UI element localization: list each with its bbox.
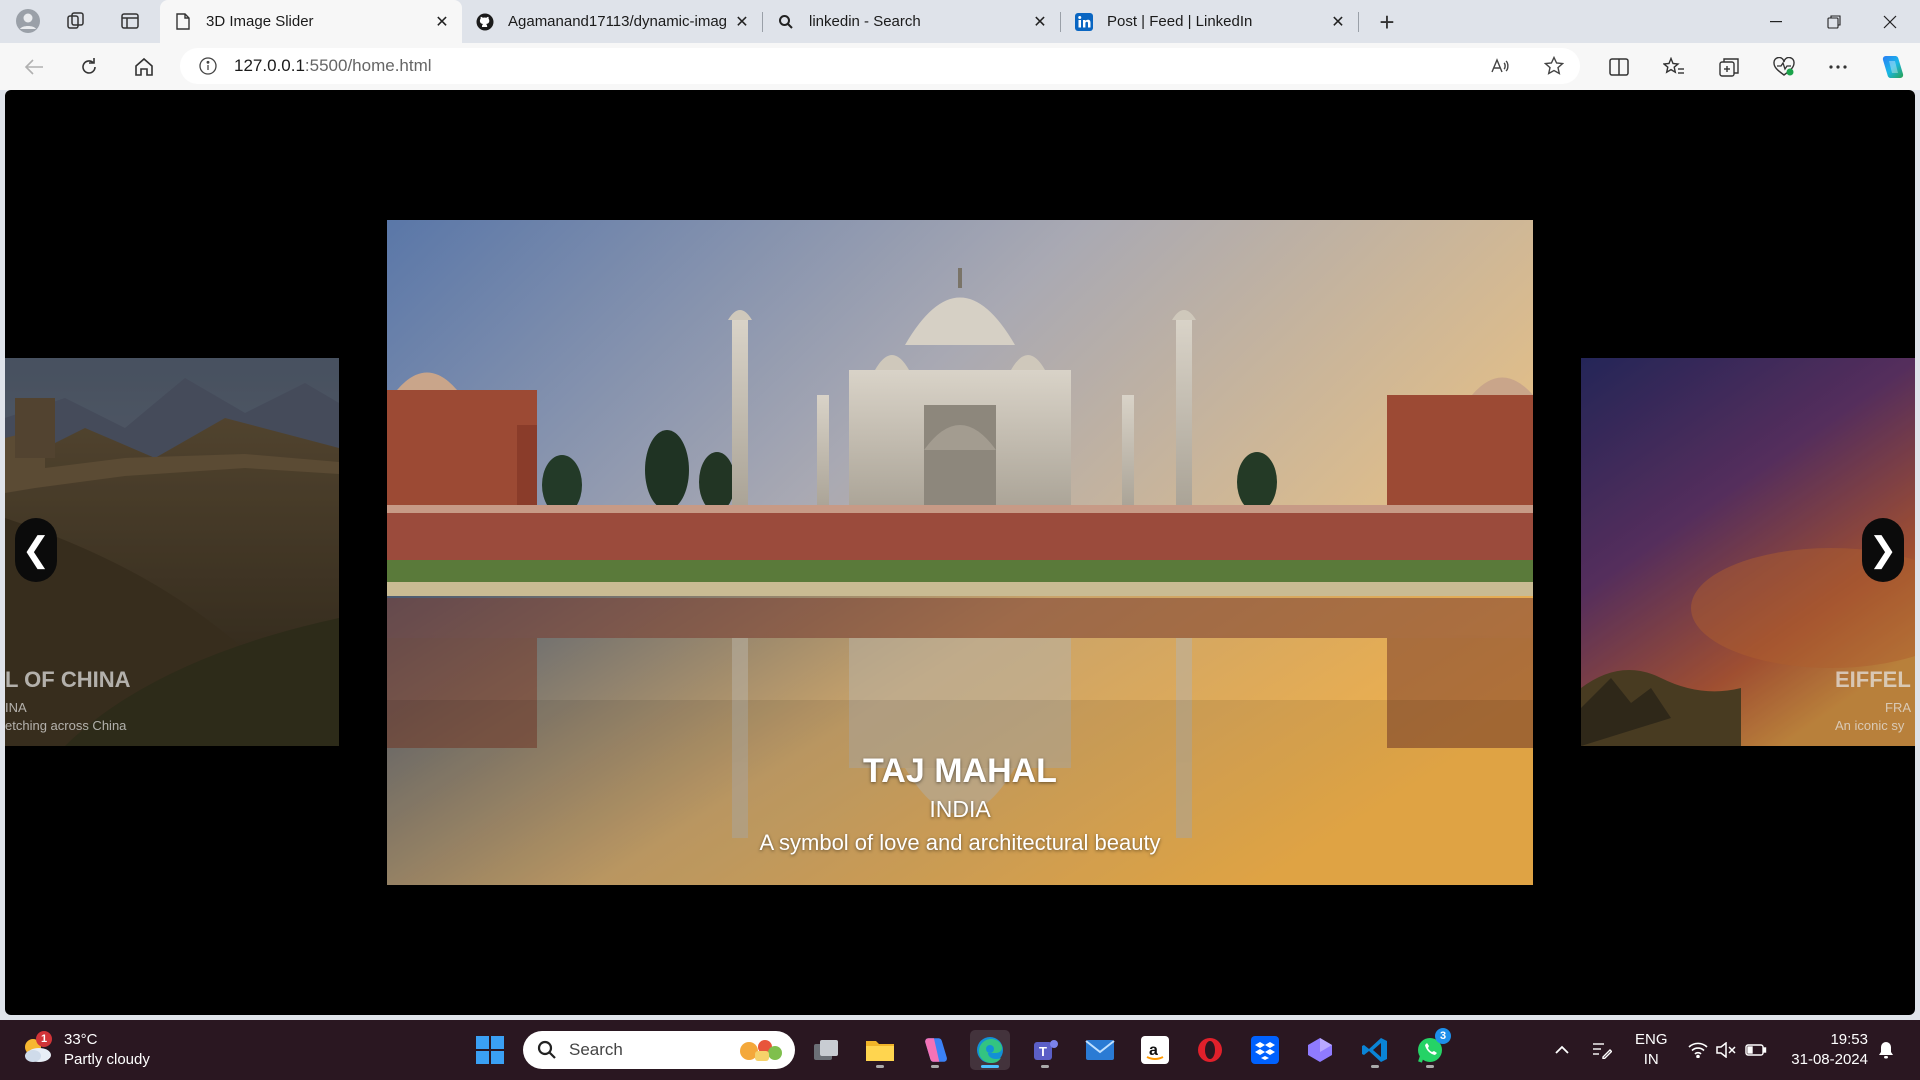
pen-menu-icon[interactable] [1590, 1020, 1614, 1080]
volume-muted-icon[interactable] [1714, 1020, 1738, 1080]
mail-icon[interactable] [1080, 1030, 1120, 1070]
address-bar[interactable]: 127.0.0.1:5500/home.html [180, 48, 1580, 84]
new-tab-button[interactable]: + [1372, 7, 1402, 37]
linkedin-icon [1075, 12, 1093, 31]
amazon-icon[interactable]: a [1135, 1030, 1175, 1070]
svg-text:a: a [1149, 1042, 1158, 1059]
clock-time: 19:53 [1830, 1031, 1868, 1048]
profile-icon[interactable] [12, 6, 44, 36]
copilot-icon[interactable] [1876, 51, 1908, 83]
slide-left-description: etching across China [5, 718, 127, 733]
weather-widget[interactable]: 1 33°C Partly cloudy [20, 1030, 150, 1070]
opera-icon[interactable] [1190, 1030, 1230, 1070]
system-clock[interactable]: 19:53 31-08-2024 [1791, 1030, 1868, 1070]
tab-linkedin-search[interactable]: linkedin - Search ✕ [763, 0, 1060, 43]
weather-description: Partly cloudy [64, 1051, 150, 1068]
power-automate-icon[interactable] [1300, 1030, 1340, 1070]
language-line1: ENG [1635, 1031, 1668, 1048]
teams-icon[interactable]: T [1025, 1030, 1065, 1070]
vscode-icon[interactable] [1355, 1030, 1395, 1070]
taskbar-search-label: Search [569, 1040, 623, 1059]
start-button[interactable] [470, 1030, 510, 1070]
file-explorer-icon[interactable] [860, 1030, 900, 1070]
task-view-icon[interactable] [806, 1030, 846, 1070]
whatsapp-badge: 3 [1435, 1028, 1451, 1044]
clock-date: 31-08-2024 [1791, 1051, 1868, 1068]
svg-text:T: T [1039, 1044, 1047, 1059]
restore-button[interactable] [1806, 0, 1862, 43]
notifications-bell-icon[interactable] [1874, 1020, 1898, 1080]
github-icon [476, 13, 494, 31]
browser-essentials-icon[interactable] [1768, 51, 1800, 83]
battery-icon[interactable] [1744, 1020, 1768, 1080]
slide-right-country: FRA [1885, 700, 1911, 715]
close-tab-icon[interactable]: ✕ [1028, 10, 1052, 34]
search-highlight-icon [740, 1040, 782, 1061]
next-slide-button[interactable]: ❯ [1862, 518, 1904, 582]
show-hidden-icons-chevron-icon[interactable] [1550, 1020, 1574, 1080]
weather-cloud-icon: 1 [20, 1031, 54, 1067]
edge-browser-icon[interactable] [970, 1030, 1010, 1070]
tab-actions-icon[interactable] [114, 6, 146, 36]
read-aloud-icon[interactable] [1486, 52, 1514, 80]
weather-temperature: 33°C [64, 1031, 98, 1048]
info-icon[interactable] [198, 56, 218, 76]
slide-left-title: L OF CHINA [5, 667, 131, 692]
tab-title: 3D Image Slider [206, 13, 314, 30]
tab-title: Agamanand17113/dynamic-imag [508, 13, 728, 30]
back-button[interactable] [18, 51, 50, 83]
slide-description: A symbol of love and architectural beaut… [759, 830, 1161, 855]
slide-title: TAJ MAHAL [863, 752, 1057, 790]
slide-right-title: EIFFEL [1835, 667, 1911, 692]
split-screen-icon[interactable] [1603, 51, 1635, 83]
close-tab-icon[interactable]: ✕ [1326, 10, 1350, 34]
favorites-icon[interactable] [1658, 51, 1690, 83]
tab-linkedin-feed[interactable]: Post | Feed | LinkedIn ✕ [1061, 0, 1358, 43]
weather-badge: 1 [36, 1031, 52, 1047]
url-path: :5500/home.html [304, 56, 432, 75]
minimize-button[interactable] [1748, 0, 1804, 43]
close-tab-icon[interactable]: ✕ [730, 10, 754, 34]
tab-title: linkedin - Search [809, 13, 921, 30]
search-icon [777, 13, 795, 31]
dropbox-icon[interactable] [1245, 1030, 1285, 1070]
browser-toolbar: 127.0.0.1:5500/home.html [0, 43, 1920, 90]
workspaces-icon[interactable] [60, 6, 92, 36]
refresh-button[interactable] [73, 51, 105, 83]
home-button[interactable] [128, 51, 160, 83]
language-indicator[interactable]: ENG IN [1635, 1030, 1668, 1070]
copilot-app-icon[interactable] [915, 1030, 955, 1070]
favorite-star-icon[interactable] [1540, 52, 1568, 80]
tab-title: Post | Feed | LinkedIn [1107, 13, 1253, 30]
tab-3d-image-slider[interactable]: 3D Image Slider ✕ [160, 0, 462, 43]
url-host: 127.0.0.1 [234, 56, 305, 75]
browser-tabstrip: 3D Image Slider ✕ Agamanand17113/dynamic… [0, 0, 1920, 43]
more-menu-icon[interactable] [1822, 51, 1854, 83]
slide-taj-mahal[interactable]: TAJ MAHAL INDIA A symbol of love and arc… [387, 220, 1533, 885]
windows-taskbar: 1 33°C Partly cloudy Search T a 3 ENG IN… [0, 1020, 1920, 1080]
whatsapp-icon[interactable]: 3 [1410, 1028, 1451, 1070]
collections-icon[interactable] [1713, 51, 1745, 83]
language-line2: IN [1643, 1051, 1659, 1068]
close-window-button[interactable] [1862, 0, 1918, 43]
prev-slide-button[interactable]: ❮ [15, 518, 57, 582]
search-icon [537, 1040, 556, 1059]
tab-github[interactable]: Agamanand17113/dynamic-imag ✕ [462, 0, 762, 43]
slide-left-country: INA [5, 700, 27, 715]
wifi-icon[interactable] [1686, 1020, 1710, 1080]
page-icon [174, 13, 192, 31]
page-viewport: L OF CHINA INA etching across China TAJ … [5, 90, 1915, 1015]
taskbar-search[interactable]: Search [523, 1031, 795, 1069]
url-text: 127.0.0.1:5500/home.html [234, 56, 432, 76]
slide-country: INDIA [929, 796, 991, 822]
slide-right-description: An iconic sy [1835, 718, 1905, 733]
tab-divider [1358, 12, 1359, 32]
close-tab-icon[interactable]: ✕ [430, 10, 454, 34]
